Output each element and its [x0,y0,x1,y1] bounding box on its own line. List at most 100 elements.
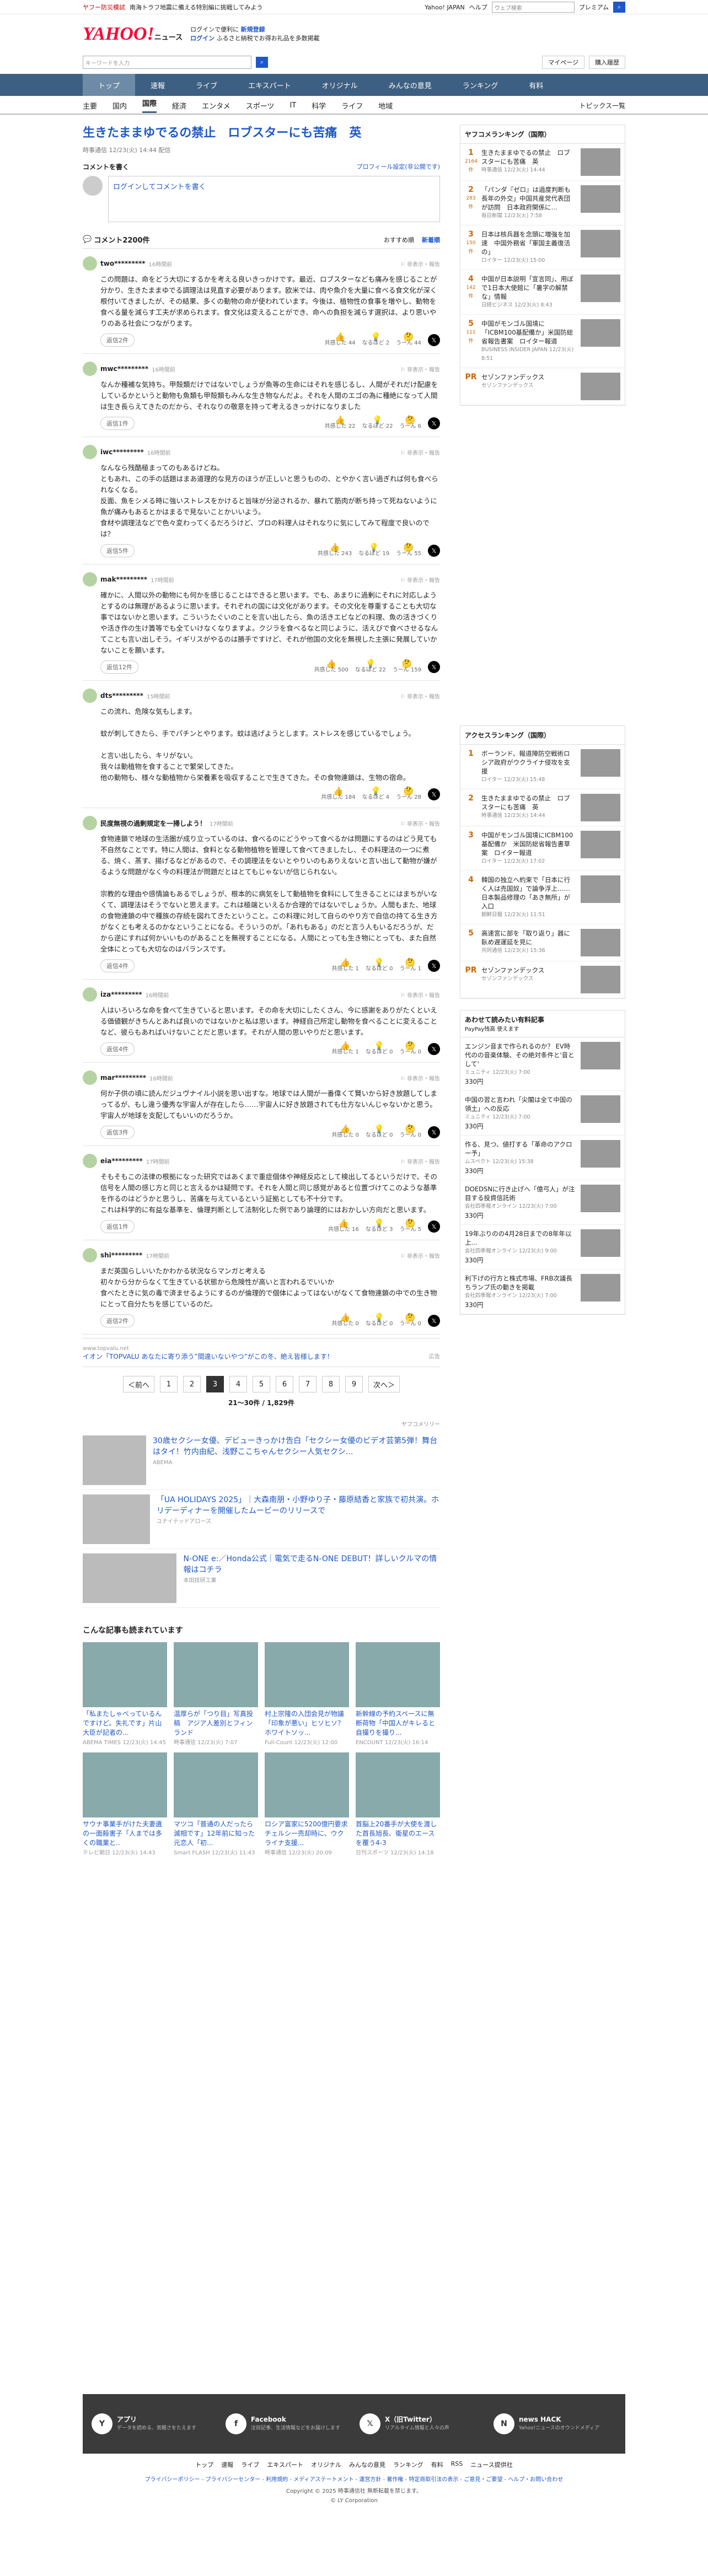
comment-author[interactable]: eia********* [100,1157,143,1165]
hmm-button[interactable]: 🤔 うーん 6 [399,416,421,430]
related-article[interactable]: ロシア富家に5200億円要求 チェルシー売却時に、ウクライナ支援... 時事通信 … [265,1752,355,1856]
x-share-icon[interactable]: 𝕏 [428,1126,440,1138]
yahoo-japan-link[interactable]: Yahoo! JAPAN [425,4,465,11]
paid-item[interactable]: 中国の習と言われ「尖閣は全て中国の領土」への反応 ミュニティ 12/23(火) 7… [460,1091,625,1136]
ad-title[interactable]: 「UA HOLIDAYS 2025」｜大森南朋・小野ゆり子・藤原結香と家族で初共… [157,1496,439,1515]
nav-tab[interactable]: ランキング [447,74,514,96]
footer-link[interactable]: 速報 [221,2460,233,2469]
news-search-input[interactable]: キーワードを入力 [83,56,251,69]
bousai-text[interactable]: 南海トラフ地震に備える特別編に挑戦してみよう [130,3,262,12]
ranking-title[interactable]: 「パンダ『ゼロ』は過度判断も長年の外交」中国共産党代表団が訪問 日本政府関係に… [481,185,576,212]
footer-link[interactable]: みんなの意見 [349,2460,385,2469]
comment-author[interactable]: mar********* [100,1074,146,1082]
x-share-icon[interactable]: 𝕏 [428,788,440,800]
ranking-title[interactable]: ボーランド、報道陣防空戦術ロシア政府がウクライナ侵攻を支援 [481,749,576,776]
profile-settings-link[interactable]: プロフィール設定(非公開です) [357,162,440,171]
comment-author[interactable]: shi********* [100,1251,142,1259]
ad-card[interactable]: 「UA HOLIDAYS 2025」｜大森南朋・小野ゆり子・藤原結香と家族で初共… [83,1490,440,1549]
article-title[interactable]: マツコ「普通の人だったら滅相です」12年前に知った元恋人「初... [174,1820,258,1848]
article-title[interactable]: 新幹線の予約スペースに無断荷物「中国人がキレると自撮りを撮り... [356,1709,440,1738]
history-button[interactable]: 購入履歴 [589,56,625,69]
help-link[interactable]: ヘルプ [469,3,487,12]
reply-button[interactable]: 返信3件 [100,1126,135,1139]
report-link[interactable]: ⚐ 非表示・報告 [400,576,440,584]
reply-button[interactable]: 返信12件 [100,660,138,674]
ranking-item[interactable]: 5 111件 中国がモンゴル国境に「ICBM100基配備か」米国防総省報告書案 ロイ… [460,315,625,368]
page-number[interactable]: 6 [276,1376,293,1392]
hmm-button[interactable]: 🤔 うーん 44 [396,333,421,347]
insightful-button[interactable]: 💡 なるほど 4 [362,787,390,801]
footer-link[interactable]: ライブ [241,2460,259,2469]
search-icon[interactable]: ⌕ [613,2,625,13]
bousai-link[interactable]: ヤフー防災模試 [83,3,125,12]
hmm-button[interactable]: 🤔 うーん 0 [399,1314,421,1327]
hmm-button[interactable]: 🤔 うーん 0 [399,1042,421,1056]
subnav-tab[interactable]: 国内 [112,100,127,111]
insightful-button[interactable]: 💡 なるほど 3 [366,1219,393,1233]
page-number[interactable]: 3 [206,1376,224,1392]
insightful-button[interactable]: 💡 なるほど 22 [355,660,386,674]
related-article[interactable]: 首脳上20番手が大使を渡した首長旭長、衛星のエースを覆う4-3 日刊スポーツ 12… [356,1752,440,1856]
comment-author[interactable]: iwc********* [100,448,144,456]
ranking-item[interactable]: 3 中国がモンゴル国境にICBM100基配備か 米国防総省報告書草案 ロイター報道… [460,826,625,871]
report-link[interactable]: ⚐ 非表示・報告 [400,1251,440,1260]
paid-title[interactable]: 19年ぶりのの4月28日までの8年年以上... [465,1229,576,1247]
ad-title[interactable]: 30歳セクシー女優、デビューきっかけ告白「セクシー女優のビデオ芸第5弾！舞台はタ… [153,1437,437,1456]
agree-button[interactable]: 👍 共感した 0 [331,1314,359,1327]
ranking-item[interactable]: 2 生きたままゆでるの禁止 ロブスターにも苦痛 英時事通信 12/23(火) 14… [460,789,625,826]
x-share-icon[interactable]: 𝕏 [428,417,440,429]
nav-tab[interactable]: 速報 [135,74,180,96]
subnav-tab[interactable]: エンタメ [202,100,230,111]
ranking-title[interactable]: 日本は核兵器を念頭に増強を加速 中国外務省「軍国主義復活の」 [481,230,576,256]
footer-social-1[interactable]: f Facebook 注目記事、生活情報などをお届けします [226,2413,348,2434]
page-number[interactable]: 4 [229,1376,247,1392]
agree-button[interactable]: 👍 共感した 16 [328,1219,359,1233]
reply-button[interactable]: 返信1件 [100,417,135,430]
ranking-title[interactable]: 中国がモンゴル国境にICBM100基配備か 米国防総省報告書草案 ロイター報道 [481,831,576,857]
search-icon[interactable]: ⌕ [256,57,268,68]
page-number[interactable]: 5 [253,1376,270,1392]
ad-card[interactable]: 30歳セクシー女優、デビューきっかけ告白「セクシー女優のビデオ芸第5弾！舞台はタ… [83,1431,440,1490]
mypage-button[interactable]: マイページ [542,56,584,69]
paid-item[interactable]: エンジン音まで作られるのか？ EV時代のの音楽体験、その絶対条件と'音として' ミ… [460,1037,625,1091]
hmm-button[interactable]: 🤔 うーん 0 [399,1125,421,1139]
agree-button[interactable]: 👍 共感した 22 [325,416,356,430]
footer-social-2[interactable]: 𝕏 X（旧Twitter） リアルタイム情報と人々の声 [360,2413,482,2434]
paid-title[interactable]: DOEDSNに行き止げへ「億弓人」が注目する投資信託術 [465,1185,576,1202]
related-article[interactable]: 温厚らが「つり目」写真投稿 アジア人差別とフィンランド 時事通信 12/23(火)… [174,1642,258,1746]
footer-link[interactable]: ニュース提供社 [470,2460,512,2469]
nav-tab[interactable]: エキスパート [233,74,307,96]
ranking-item[interactable]: PR セゾンファンデックス セゾンファンデックス [460,961,625,998]
ranking-title[interactable]: 生きたままゆでるの禁止 ロブスターにも苦痛 英 [481,794,576,811]
agree-button[interactable]: 👍 共感した 0 [331,1125,359,1139]
nav-tab[interactable]: 有料 [513,74,559,96]
subnav-tab[interactable]: 科学 [312,100,326,111]
subnav-tab[interactable]: 国際 [142,98,157,113]
next-page-button[interactable]: 次へ＞ [368,1376,400,1392]
report-link[interactable]: ⚐ 非表示・報告 [400,991,440,999]
page-number[interactable]: 7 [299,1376,317,1392]
nav-tab[interactable]: ライブ [180,74,233,96]
x-share-icon[interactable]: 𝕏 [428,960,440,972]
page-number[interactable]: 9 [345,1376,363,1392]
comment-author[interactable]: 民度無視の過剰規定を一掃しよう！ [100,819,206,828]
report-link[interactable]: ⚐ 非表示・報告 [400,448,440,456]
insightful-button[interactable]: 💡 なるほど 0 [366,959,393,972]
insightful-button[interactable]: 💡 なるほど 22 [362,416,393,430]
article-title[interactable]: 温厚らが「つり目」写真投稿 アジア人差別とフィンランド [174,1709,258,1738]
footer-link[interactable]: RSS [451,2460,463,2469]
paid-item[interactable]: DOEDSNに行き止げへ「億弓人」が注目する投資信託術 会社四季報オンライン 12… [460,1180,625,1225]
ranking-item[interactable]: 3 150件 日本は核兵器を念頭に増強を加速 中国外務省「軍国主義復活の」 ロイター … [460,225,625,270]
ranking-item[interactable]: 1 ボーランド、報道陣防空戦術ロシア政府がウクライナ侵攻を支援 ロイター 12/23… [460,745,625,789]
subnav-tab[interactable]: ライフ [341,100,363,111]
ranking-title[interactable]: 高速宮に部を「取り返り」器に臥め遅運延を見に [481,929,576,946]
reply-button[interactable]: 返信4件 [100,959,135,972]
premium-link[interactable]: プレミアム [579,3,609,12]
subnav-tab[interactable]: 主要 [83,100,97,111]
insightful-button[interactable]: 💡 なるほど 19 [358,544,389,557]
ranking-item[interactable]: 4 142件 中国が日本説明「宣言同」、用ぼで1日本大使館に「暑字の解禁な」情報 日経… [460,270,625,315]
subnav-tab[interactable]: 経済 [172,100,186,111]
report-link[interactable]: ⚐ 非表示・報告 [400,1074,440,1082]
reply-button[interactable]: 返信4件 [100,1042,135,1056]
reply-button[interactable]: 返信2件 [100,1314,135,1327]
